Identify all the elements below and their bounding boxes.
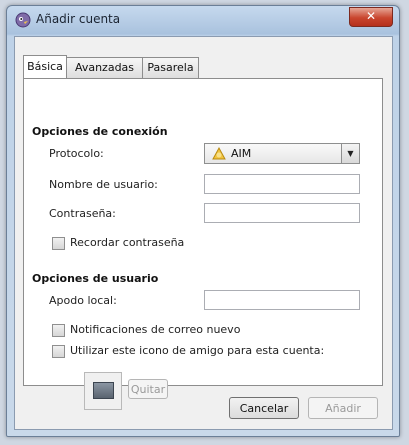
connection-options-heading: Opciones de conexión: [32, 125, 168, 138]
cancel-button[interactable]: Cancelar: [229, 397, 299, 419]
password-label: Contraseña:: [49, 207, 116, 220]
dialog-client-area: Básica Avanzadas Pasarela Opciones de co…: [14, 36, 393, 430]
buddy-icon-checkbox[interactable]: [52, 345, 65, 358]
add-button[interactable]: Añadir: [308, 397, 378, 419]
basic-tab-panel: Opciones de conexión Protocolo: AIM ▼ No…: [23, 78, 383, 410]
chevron-down-icon[interactable]: ▼: [341, 144, 359, 163]
close-button[interactable]: ✕: [349, 7, 393, 27]
aim-protocol-icon: [212, 146, 226, 160]
protocol-select[interactable]: AIM ▼: [204, 143, 360, 164]
tab-basica[interactable]: Básica: [23, 55, 67, 78]
username-label: Nombre de usuario:: [49, 178, 158, 191]
window-title: Añadir cuenta: [36, 12, 121, 26]
titlebar[interactable]: Añadir cuenta ✕: [7, 6, 399, 34]
username-field[interactable]: [204, 174, 360, 194]
new-mail-label: Notificaciones de correo nuevo: [70, 323, 241, 336]
remember-password-label: Recordar contraseña: [70, 236, 185, 249]
add-account-window: Añadir cuenta ✕ Básica Avanzadas Pasarel…: [6, 5, 400, 437]
alias-field[interactable]: [204, 290, 360, 310]
tab-avanzadas[interactable]: Avanzadas: [66, 57, 143, 78]
protocol-value: AIM: [231, 147, 252, 160]
buddy-icon-label: Utilizar este icono de amigo para esta c…: [70, 344, 325, 357]
pidgin-app-icon: [15, 12, 31, 28]
alias-label: Apodo local:: [49, 294, 117, 307]
buddy-image-icon: [93, 382, 114, 399]
close-icon: ✕: [365, 9, 377, 23]
tab-pasarela[interactable]: Pasarela: [142, 57, 199, 78]
password-field[interactable]: [204, 203, 360, 223]
buddy-icon-button[interactable]: [84, 372, 122, 410]
new-mail-checkbox[interactable]: [52, 324, 65, 337]
remove-buddy-icon-button[interactable]: Quitar: [128, 379, 168, 399]
remember-password-checkbox[interactable]: [52, 237, 65, 250]
protocol-label: Protocolo:: [49, 147, 104, 160]
user-options-heading: Opciones de usuario: [32, 272, 159, 285]
